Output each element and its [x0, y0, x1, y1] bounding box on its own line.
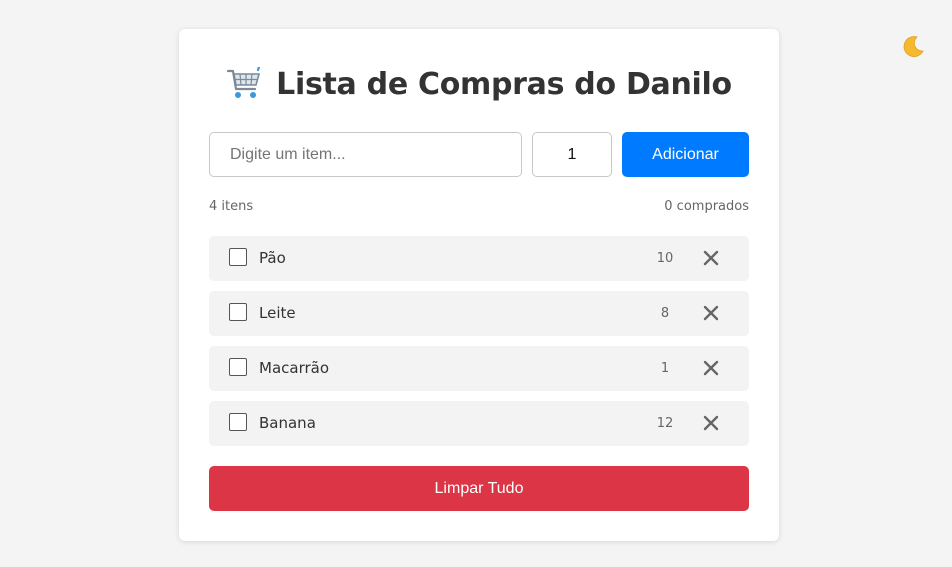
item-checkbox[interactable] [229, 303, 247, 321]
quantity-input[interactable] [532, 132, 612, 177]
shopping-cart-icon [227, 67, 261, 98]
item-checkbox[interactable] [229, 248, 247, 266]
title-row: Lista de Compras do Danilo [179, 62, 779, 106]
item-quantity: 1 [660, 361, 670, 376]
stats-bar: 4 itens 0 comprados [209, 199, 749, 214]
clear-all-button[interactable]: Limpar Tudo [209, 466, 749, 511]
close-icon[interactable] [702, 249, 720, 267]
item-name: Leite [259, 304, 296, 322]
item-name: Macarrão [259, 359, 330, 377]
item-list: Pão 10 Leite 8 Macarrão 1 Banana 12 [209, 236, 749, 456]
item-count: 4 itens [209, 199, 254, 214]
add-button[interactable]: Adicionar [622, 132, 749, 177]
close-icon[interactable] [702, 304, 720, 322]
item-name: Banana [259, 414, 316, 432]
item-input[interactable] [209, 132, 522, 177]
list-item: Leite 8 [209, 291, 749, 336]
item-checkbox[interactable] [229, 358, 247, 376]
item-quantity: 10 [656, 251, 674, 266]
page-title: Lista de Compras do Danilo [276, 66, 732, 102]
list-item: Pão 10 [209, 236, 749, 281]
shopping-list-card: Lista de Compras do Danilo Adicionar 4 i… [179, 29, 779, 541]
item-checkbox[interactable] [229, 413, 247, 431]
item-name: Pão [259, 249, 286, 267]
close-icon[interactable] [702, 414, 720, 432]
theme-toggle-button[interactable] [899, 32, 927, 60]
item-quantity: 8 [660, 306, 670, 321]
purchased-count: 0 comprados [664, 199, 749, 214]
close-icon[interactable] [702, 359, 720, 377]
crescent-moon-icon [903, 36, 924, 57]
list-item: Macarrão 1 [209, 346, 749, 391]
list-item: Banana 12 [209, 401, 749, 446]
item-quantity: 12 [656, 416, 674, 431]
